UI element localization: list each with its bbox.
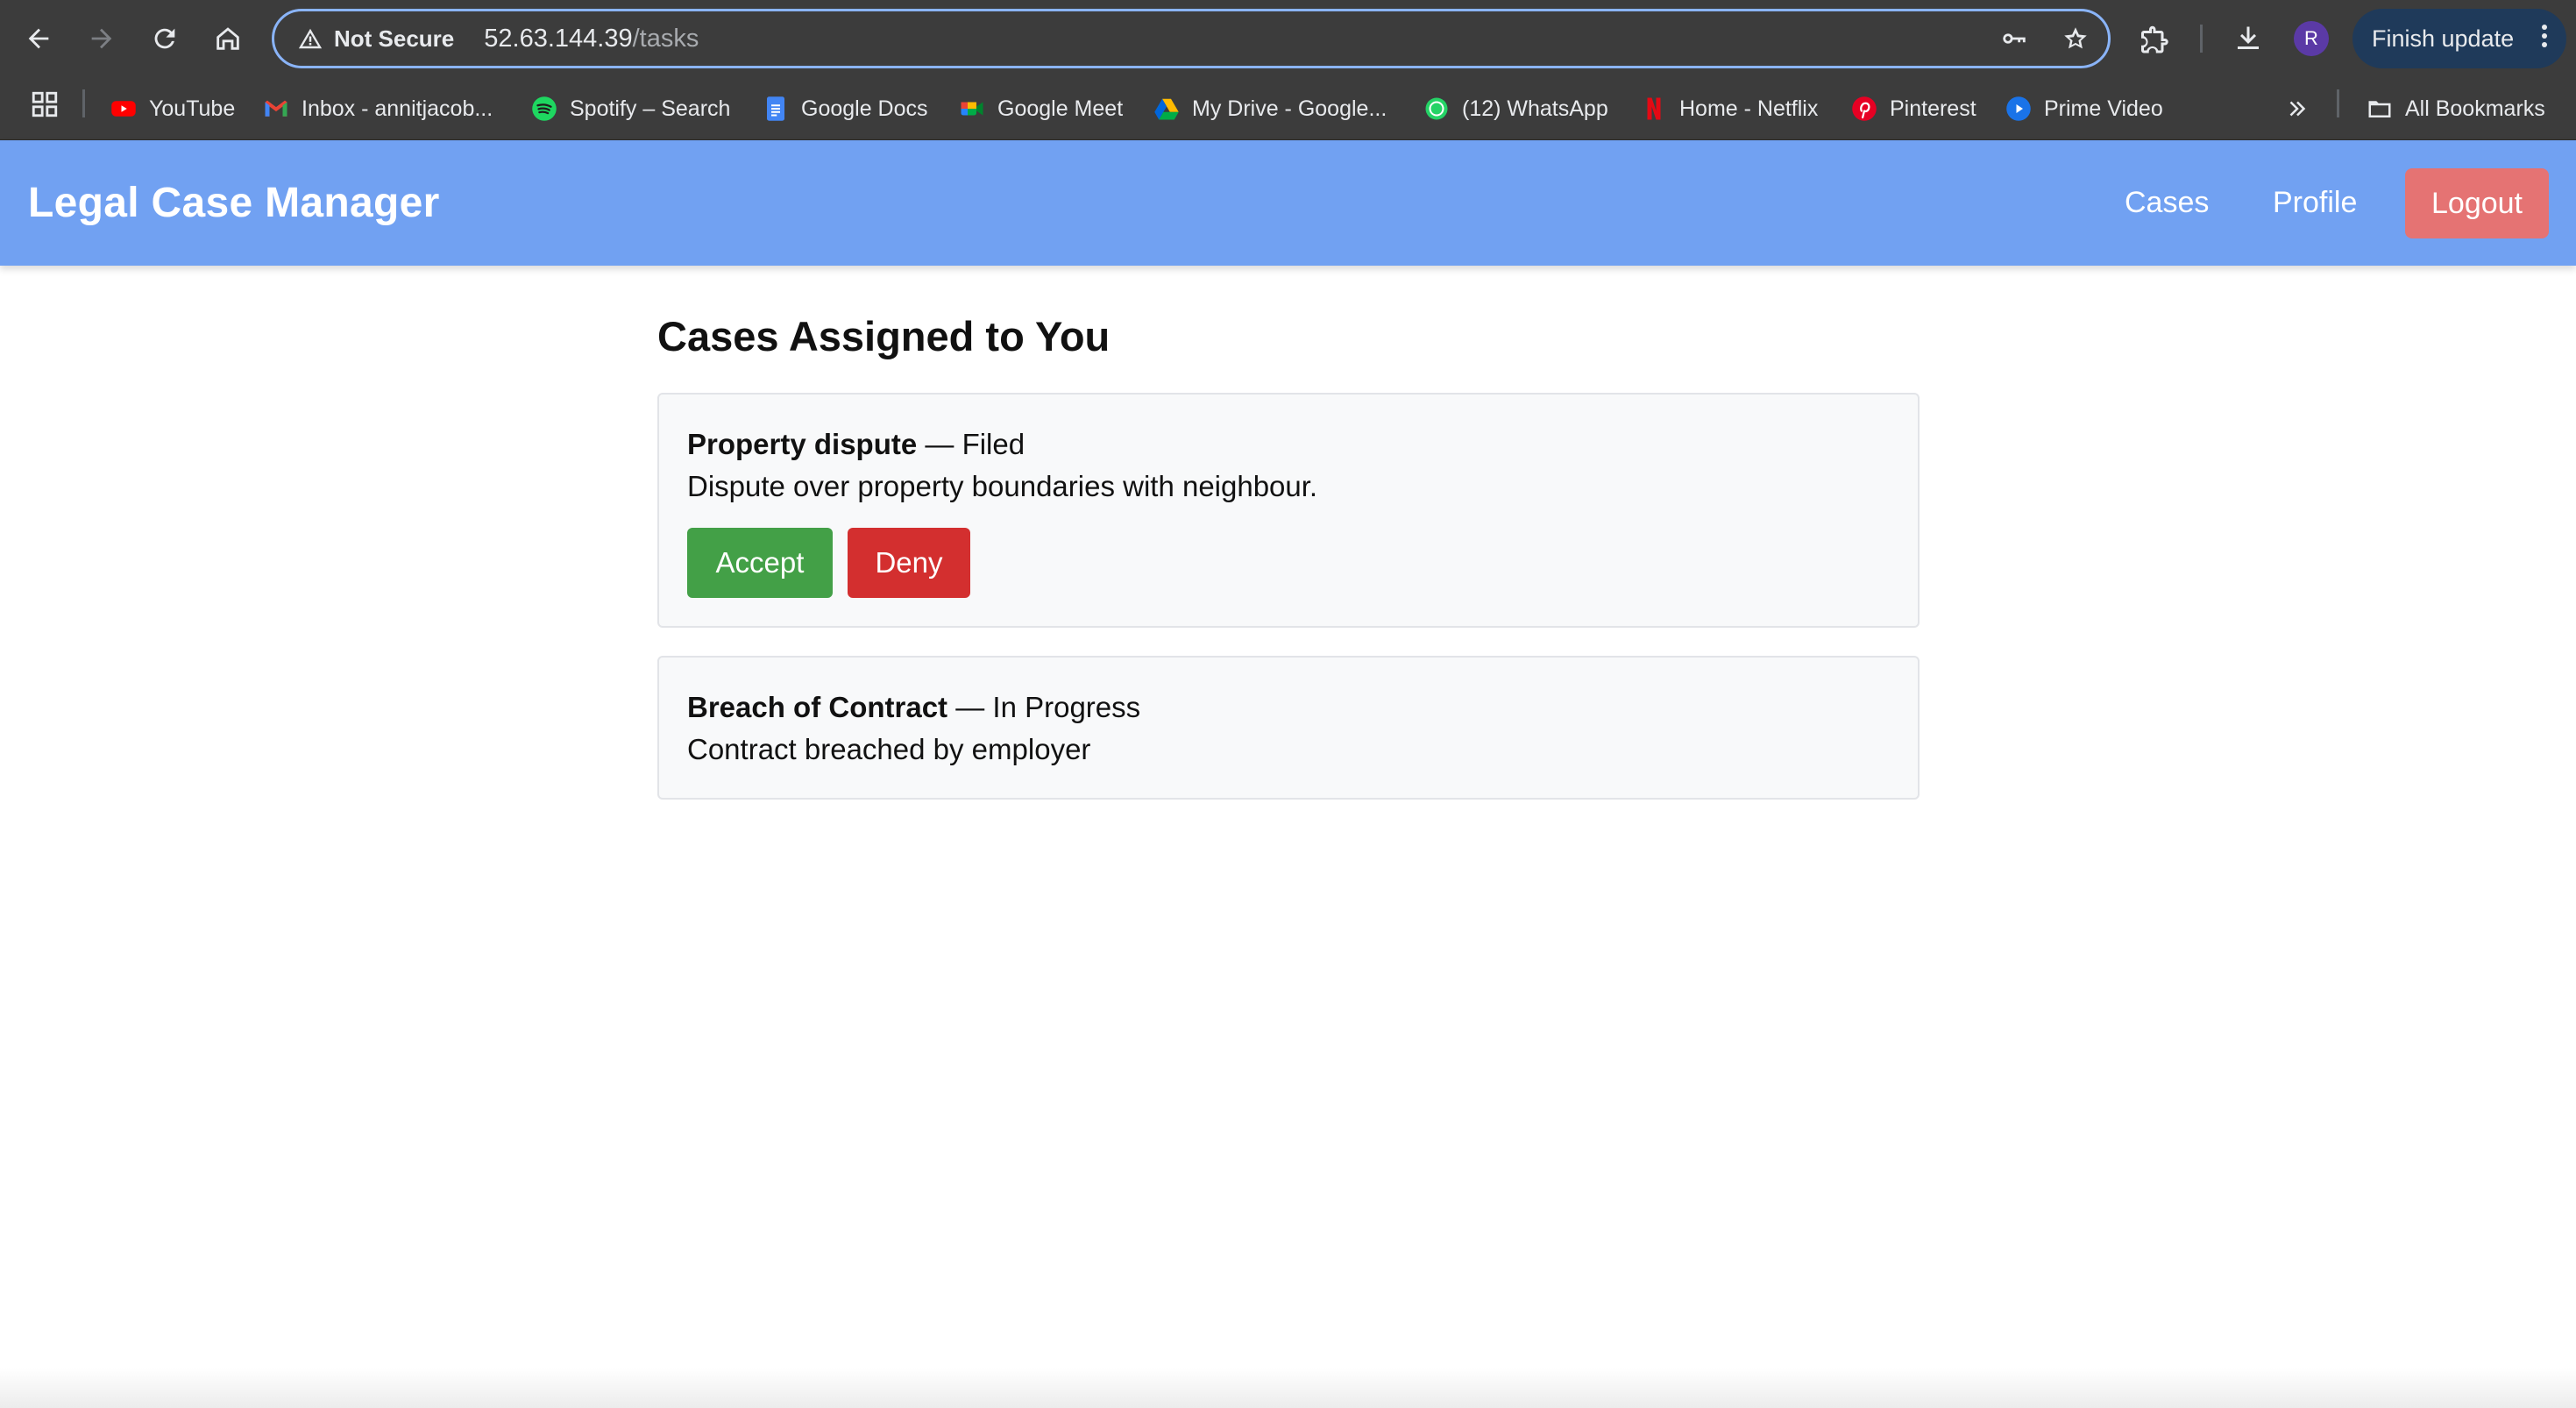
prime-video-icon xyxy=(2006,96,2031,121)
url-host: 52.63.144.39 xyxy=(484,24,633,53)
url-path: /tasks xyxy=(632,24,699,53)
double-chevron-right-icon xyxy=(2289,101,2306,117)
nav-profile-link[interactable]: Profile xyxy=(2273,186,2357,220)
bookmark-label: Google Meet xyxy=(997,96,1124,121)
case-separator: — xyxy=(947,691,993,723)
app-navbar: Legal Case Manager Cases Profile Logout xyxy=(0,140,2576,266)
netflix-icon xyxy=(1647,97,1661,120)
case-name: Property dispute xyxy=(687,428,918,460)
case-header: Breach of Contract — In Progress xyxy=(687,691,1140,724)
home-button[interactable] xyxy=(203,14,252,63)
case-description: Dispute over property boundaries with ne… xyxy=(687,470,1318,502)
bookmark-label: Inbox - annitjacob... xyxy=(302,96,493,121)
case-status: In Progress xyxy=(992,691,1141,723)
bookmark-label: Prime Video xyxy=(2044,96,2163,121)
bookmark-spotify[interactable]: Spotify – Search xyxy=(531,88,730,130)
bookmark-label: (12) WhatsApp xyxy=(1462,96,1608,121)
puzzle-icon xyxy=(2141,25,2168,53)
bookmark-google-meet[interactable]: Google Meet xyxy=(959,88,1123,130)
download-icon xyxy=(2238,26,2259,49)
drive-icon xyxy=(1154,98,1179,120)
all-bookmarks-label: All Bookmarks xyxy=(2405,96,2545,121)
downloads-button[interactable] xyxy=(2224,14,2273,63)
case-name: Breach of Contract xyxy=(687,691,948,723)
case-separator: — xyxy=(917,428,962,460)
profile-avatar[interactable]: R xyxy=(2294,21,2329,56)
avatar-letter: R xyxy=(2304,27,2318,49)
youtube-icon xyxy=(111,101,136,117)
bookmarks-overflow-button[interactable] xyxy=(2284,88,2323,130)
bookmarks-divider xyxy=(82,89,85,117)
home-icon xyxy=(216,27,239,50)
extensions-button[interactable] xyxy=(2130,14,2179,63)
arrow-right-icon xyxy=(91,28,112,49)
folder-icon xyxy=(2368,101,2391,117)
bookmark-label: Google Docs xyxy=(801,96,928,121)
bookmark-google-docs[interactable]: Google Docs xyxy=(763,88,928,130)
brand-title[interactable]: Legal Case Manager xyxy=(28,179,440,227)
apps-grid-icon[interactable] xyxy=(30,89,60,119)
warning-icon xyxy=(298,28,323,49)
spotify-icon xyxy=(532,96,557,121)
forward-button[interactable] xyxy=(77,14,126,63)
bookmark-whatsapp[interactable]: (12) WhatsApp xyxy=(1423,88,1608,130)
bookmark-label: YouTube xyxy=(149,96,236,121)
bookmarks-divider xyxy=(2337,89,2339,117)
bookmark-label: Spotify – Search xyxy=(570,96,731,121)
case-description: Contract breached by employer xyxy=(687,733,1091,765)
page-title: Cases Assigned to You xyxy=(657,313,1111,359)
arrow-left-icon xyxy=(28,28,49,49)
url-text[interactable]: 52.63.144.39/tasks xyxy=(484,25,699,53)
bookmark-label: My Drive - Google... xyxy=(1192,96,1387,121)
address-bar[interactable]: Not Secure 52.63.144.39/tasks xyxy=(272,9,2111,68)
bookmark-youtube[interactable]: YouTube xyxy=(110,88,235,130)
bookmark-label: Home - Netflix xyxy=(1679,96,1819,121)
bookmark-pinterest[interactable]: Pinterest xyxy=(1851,88,1976,130)
docs-icon xyxy=(767,96,784,121)
reload-icon xyxy=(154,28,175,49)
case-card: Property dispute — Filed Dispute over pr… xyxy=(657,393,1920,628)
deny-button[interactable]: Deny xyxy=(848,528,970,598)
security-indicator[interactable]: Not Secure xyxy=(290,18,468,60)
browser-toolbar: Not Secure 52.63.144.39/tasks R Finish u… xyxy=(0,0,2576,77)
star-icon[interactable] xyxy=(2061,24,2090,53)
case-header: Property dispute — Filed xyxy=(687,428,1025,461)
logout-button[interactable]: Logout xyxy=(2405,168,2549,238)
pinterest-icon xyxy=(1852,96,1877,121)
bookmark-prime-video[interactable]: Prime Video xyxy=(2005,88,2163,130)
toolbar-divider xyxy=(2200,25,2203,53)
case-card: Breach of Contract — In Progress Contrac… xyxy=(657,656,1920,800)
security-label: Not Secure xyxy=(334,25,455,52)
case-status: Filed xyxy=(962,428,1025,460)
whatsapp-icon xyxy=(1425,97,1448,120)
nav-cases-link[interactable]: Cases xyxy=(2125,186,2209,220)
bookmark-label: Pinterest xyxy=(1890,96,1976,121)
window-bottom-edge xyxy=(0,1368,2576,1408)
reload-button[interactable] xyxy=(140,14,189,63)
finish-update-button[interactable]: Finish update xyxy=(2352,9,2566,68)
back-button[interactable] xyxy=(14,14,63,63)
all-bookmarks-button[interactable]: All Bookmarks xyxy=(2367,88,2545,130)
gmail-icon xyxy=(265,100,287,117)
key-icon[interactable] xyxy=(1999,24,2029,53)
meet-icon xyxy=(961,102,983,116)
finish-update-label: Finish update xyxy=(2372,25,2515,52)
bookmark-inbox[interactable]: Inbox - annitjacob... xyxy=(263,88,493,130)
more-vert-icon[interactable] xyxy=(2540,21,2549,51)
accept-button[interactable]: Accept xyxy=(687,528,833,598)
bookmark-my-drive[interactable]: My Drive - Google... xyxy=(1153,88,1387,130)
bookmark-netflix[interactable]: Home - Netflix xyxy=(1641,88,1818,130)
